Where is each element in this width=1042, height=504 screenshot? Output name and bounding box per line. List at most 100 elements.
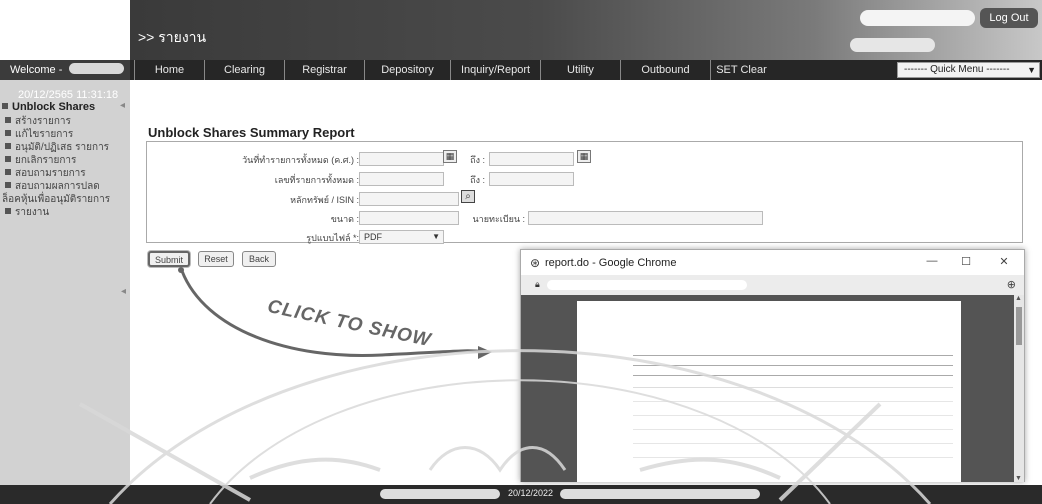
pdf-table-rule xyxy=(633,365,953,366)
welcome-bar: Welcome - xyxy=(0,60,130,80)
collapse-arrow-icon[interactable]: ◂ xyxy=(120,100,125,111)
menu-item-inquiry-report[interactable]: Inquiry/Report xyxy=(450,60,540,80)
header-banner: >> รายงาน Log Out xyxy=(0,0,1042,60)
logout-button[interactable]: Log Out xyxy=(980,8,1038,28)
security-label: หลักทรัพย์ / ISIN : xyxy=(290,195,359,205)
bullet-icon xyxy=(5,169,11,175)
footer-bar: 20/12/2022 xyxy=(0,485,1042,504)
sidebar-item-create[interactable]: สร้างรายการ xyxy=(2,116,71,127)
bullet-icon xyxy=(5,156,11,162)
pdf-table-rule xyxy=(633,457,953,458)
size-input[interactable] xyxy=(359,211,459,225)
redacted-url xyxy=(547,280,747,290)
chrome-address-bar[interactable]: 🔒︎ ⊕ xyxy=(521,275,1024,295)
menu-item-outbound[interactable]: Outbound xyxy=(620,60,710,80)
sidebar-heading-label: Unblock Shares xyxy=(12,101,96,113)
menu-item-utility[interactable]: Utility xyxy=(540,60,620,80)
chevron-down-icon: ▼ xyxy=(432,232,440,241)
sidebar-item-label: ยกเลิกรายการ xyxy=(15,155,77,166)
bullet-icon xyxy=(5,130,11,136)
pdf-table-rule xyxy=(633,355,953,356)
sidebar-item-label: สร้างรายการ xyxy=(15,116,71,127)
sidebar-item-label: สอบถามรายการ xyxy=(15,168,86,179)
minimize-icon[interactable]: — xyxy=(923,255,941,269)
close-icon[interactable]: ✕ xyxy=(995,255,1013,269)
page-title: >> รายงาน xyxy=(138,29,207,45)
scroll-down-icon[interactable]: ▼ xyxy=(1015,475,1022,482)
date-from-input[interactable] xyxy=(359,152,444,166)
pdf-table-rule xyxy=(633,429,953,430)
chrome-titlebar[interactable]: ⊛ report.do - Google Chrome — ☐ ✕ xyxy=(521,250,1024,275)
click-to-show-annotation: CLICK TO SHOW xyxy=(265,296,434,352)
format-select[interactable]: PDF ▼ xyxy=(359,230,444,244)
bullet-icon xyxy=(5,182,11,188)
sidebar-item-label: อนุมัติ/ปฏิเสธ รายการ xyxy=(15,142,110,153)
sidebar-toggle-icon[interactable]: ◂ xyxy=(121,286,126,297)
pdf-scrollbar[interactable]: ▲ ▼ xyxy=(1014,295,1024,482)
menu-item-registrar[interactable]: Registrar xyxy=(284,60,364,80)
sidebar-item-label: แก้ไขรายการ xyxy=(15,129,74,140)
date-to-label: ถึง : xyxy=(470,155,485,165)
number-to-label: ถึง : xyxy=(470,175,485,185)
welcome-label: Welcome - xyxy=(10,64,63,76)
menu-item-clearing[interactable]: Clearing xyxy=(204,60,284,80)
redacted-user-info xyxy=(860,10,975,26)
sidebar-datetime: 20/12/2565 11:31:18 xyxy=(18,89,119,101)
scroll-up-icon[interactable]: ▲ xyxy=(1015,295,1022,302)
maximize-icon[interactable]: ☐ xyxy=(957,255,975,269)
chrome-favicon-icon: ⊛ xyxy=(530,256,541,270)
pdf-table-rule xyxy=(633,443,953,444)
sidebar-item-lock-shares[interactable]: ล็อคหุ้นเพื่ออนุมัติรายการ xyxy=(2,194,110,205)
sidebar: 20/12/2565 11:31:18 Unblock Shares ◂ สร้… xyxy=(0,80,130,485)
bullet-icon xyxy=(5,143,11,149)
pdf-table-rule xyxy=(633,415,953,416)
lock-icon: 🔒︎ xyxy=(535,279,540,289)
bullet-icon xyxy=(2,103,8,109)
date-label: วันที่ทำรายการทั้งหมด (ค.ศ.) : xyxy=(242,155,359,165)
reset-button[interactable]: Reset xyxy=(198,251,234,267)
number-from-input[interactable] xyxy=(359,172,444,186)
calendar-icon[interactable]: ▦ xyxy=(577,150,591,163)
quick-menu-select[interactable]: ------- Quick Menu ------- ▼ xyxy=(897,62,1040,78)
footer-date: 20/12/2022 xyxy=(508,488,554,498)
scroll-thumb[interactable] xyxy=(1016,307,1022,345)
menu-item-set-clear[interactable]: SET Clear xyxy=(710,60,772,80)
pdf-table-rule xyxy=(633,375,953,376)
report-title: Unblock Shares Summary Report xyxy=(148,125,355,140)
menu-item-home[interactable]: Home xyxy=(134,60,204,80)
sidebar-item-report[interactable]: รายงาน xyxy=(2,207,49,218)
sidebar-item-cancel[interactable]: ยกเลิกรายการ xyxy=(2,155,76,166)
sidebar-item-approve[interactable]: อนุมัติ/ปฏิเสธ รายการ xyxy=(2,142,109,153)
sidebar-item-inquiry[interactable]: สอบถามรายการ xyxy=(2,168,86,179)
redacted-user-info-2 xyxy=(850,38,935,52)
submit-button[interactable]: Submit xyxy=(148,251,190,267)
bullet-icon xyxy=(5,208,11,214)
report-form: วันที่ทำรายการทั้งหมด (ค.ศ.) : ▦ ถึง : ▦… xyxy=(146,141,1023,244)
number-to-input[interactable] xyxy=(489,172,574,186)
redacted-username xyxy=(69,63,125,74)
zoom-icon[interactable]: ⊕ xyxy=(1007,278,1016,291)
security-input[interactable] xyxy=(359,192,459,206)
number-label: เลขที่รายการทั้งหมด : xyxy=(274,175,359,185)
size-label: ขนาด : xyxy=(330,214,359,224)
redacted-footer-info xyxy=(380,489,500,499)
sidebar-item-unblock-result[interactable]: สอบถามผลการปลด xyxy=(2,181,100,192)
sidebar-heading[interactable]: Unblock Shares xyxy=(2,101,95,113)
sidebar-item-edit[interactable]: แก้ไขรายการ xyxy=(2,129,73,140)
redacted-footer-info-2 xyxy=(560,489,760,499)
sidebar-item-label: สอบถามผลการปลด xyxy=(15,181,100,192)
search-icon[interactable]: ⌕ xyxy=(461,190,475,203)
pdf-table-rule xyxy=(633,401,953,402)
menu-item-depository[interactable]: Depository xyxy=(364,60,450,80)
chevron-down-icon: ▼ xyxy=(1027,65,1036,75)
back-button[interactable]: Back xyxy=(242,251,276,267)
chrome-report-window: ⊛ report.do - Google Chrome — ☐ ✕ 🔒︎ ⊕ ▲… xyxy=(520,249,1025,482)
format-select-value: PDF xyxy=(364,232,382,242)
registrar-label: นายทะเบียน : xyxy=(472,214,525,224)
pdf-table-rule xyxy=(633,387,953,388)
date-to-input[interactable] xyxy=(489,152,574,166)
quick-menu-value: ------- Quick Menu ------- xyxy=(904,64,1010,75)
format-label: รูปแบบไฟล์ *: xyxy=(306,233,359,243)
registrar-input[interactable] xyxy=(528,211,763,225)
pdf-viewer[interactable]: ▲ ▼ xyxy=(521,295,1024,482)
